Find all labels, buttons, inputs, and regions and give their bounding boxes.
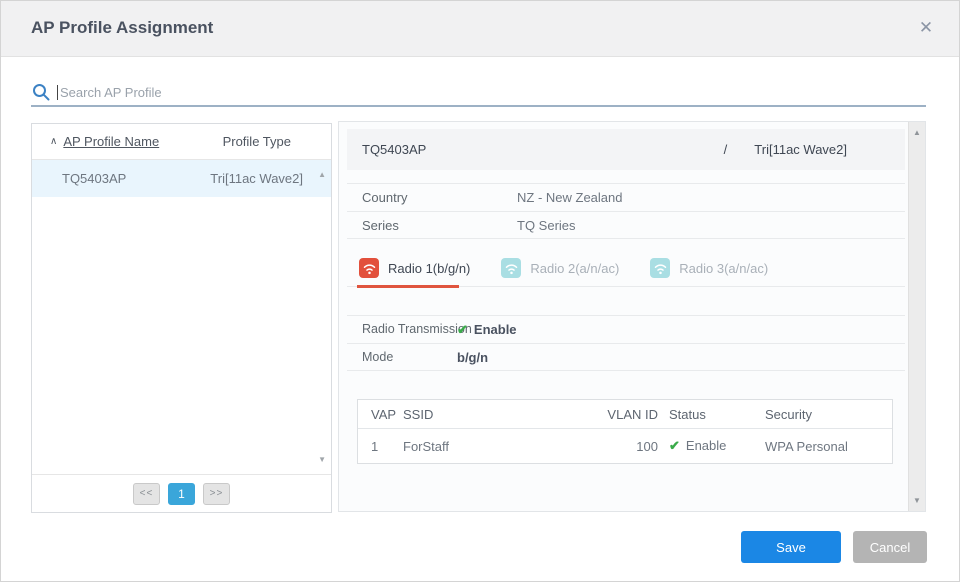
profile-row-selected[interactable]: TQ5403AP Tri[11ac Wave2]	[32, 160, 331, 197]
series-value: TQ Series	[517, 218, 576, 233]
radio-tabs: Radio 1(b/g/n) Radio 2(a/n/ac)	[347, 250, 905, 287]
col-status: Status	[658, 407, 753, 422]
radio-transmission-label: Radio Transmission	[362, 322, 472, 336]
tab-radio-1-label: Radio 1(b/g/n)	[388, 261, 470, 276]
detail-header-right: / Tri[11ac Wave2]	[724, 142, 847, 157]
tab-radio-2[interactable]: Radio 2(a/n/ac)	[501, 258, 619, 278]
profile-type-cell: Tri[11ac Wave2]	[210, 171, 303, 186]
radio-detail-rows: Radio Transmission ✔Enable Mode b/g/n	[347, 315, 905, 371]
security-cell: WPA Personal	[753, 439, 892, 454]
vap-table-header: VAP SSID VLAN ID Status Security	[358, 400, 892, 428]
wifi-icon	[650, 258, 670, 278]
active-tab-underline	[357, 285, 459, 288]
profile-detail-content: TQ5403AP / Tri[11ac Wave2] Country NZ - …	[347, 129, 905, 464]
ap-profile-assignment-dialog: AP Profile Assignment ✕ ∧ AP Profile Nam…	[0, 0, 960, 582]
pagination: << 1 >>	[32, 474, 331, 512]
profile-name-cell: TQ5403AP	[62, 171, 126, 186]
pagination-page-1-button[interactable]: 1	[168, 483, 195, 505]
pagination-next-button[interactable]: >>	[203, 483, 230, 505]
detail-profile-name: TQ5403AP	[362, 142, 426, 157]
country-row: Country NZ - New Zealand	[347, 183, 905, 211]
profile-list-body: TQ5403AP Tri[11ac Wave2] ▲ ▼	[32, 160, 331, 474]
vap-table: VAP SSID VLAN ID Status Security 1 ForSt…	[357, 399, 893, 464]
detail-header: TQ5403AP / Tri[11ac Wave2]	[347, 129, 905, 170]
tab-radio-3-label: Radio 3(a/n/ac)	[679, 261, 768, 276]
mode-label: Mode	[362, 350, 393, 364]
scroll-down-icon[interactable]: ▼	[318, 455, 326, 464]
series-label: Series	[362, 218, 399, 233]
scroll-down-icon[interactable]: ▼	[909, 496, 925, 505]
detail-info-rows: Country NZ - New Zealand Series TQ Serie…	[347, 183, 905, 239]
vap-cell: 1	[371, 439, 403, 454]
check-icon: ✔	[457, 322, 468, 337]
search-bar	[31, 79, 926, 107]
col-vlan-id: VLAN ID	[606, 407, 658, 422]
mode-row: Mode b/g/n	[347, 343, 905, 371]
dialog-header: AP Profile Assignment ✕	[1, 1, 959, 57]
check-icon: ✔	[669, 438, 680, 453]
vlan-cell: 100	[606, 439, 658, 454]
profile-list-header: ∧ AP Profile Name Profile Type	[32, 124, 331, 160]
col-ssid: SSID	[403, 407, 606, 422]
detail-profile-type: Tri[11ac Wave2]	[754, 142, 847, 157]
mode-value: b/g/n	[457, 350, 488, 365]
series-row: Series TQ Series	[347, 211, 905, 239]
profile-detail-panel: TQ5403AP / Tri[11ac Wave2] Country NZ - …	[338, 121, 926, 512]
tab-radio-1[interactable]: Radio 1(b/g/n)	[359, 258, 470, 278]
country-label: Country	[362, 190, 408, 205]
text-cursor	[57, 85, 58, 100]
close-icon[interactable]: ✕	[915, 17, 937, 39]
radio-transmission-value: ✔Enable	[457, 322, 517, 338]
country-value: NZ - New Zealand	[517, 190, 622, 205]
search-icon	[31, 82, 51, 102]
search-input[interactable]	[60, 80, 926, 104]
wifi-icon	[501, 258, 521, 278]
col-vap: VAP	[371, 407, 403, 422]
profile-list-panel: ∧ AP Profile Name Profile Type TQ5403AP …	[31, 123, 332, 513]
col-security: Security	[753, 407, 892, 422]
tab-radio-2-label: Radio 2(a/n/ac)	[530, 261, 619, 276]
column-header-ap-profile-name[interactable]: AP Profile Name	[63, 134, 159, 149]
scroll-up-icon[interactable]: ▲	[318, 170, 326, 179]
status-cell: ✔Enable	[658, 438, 753, 454]
wifi-icon	[359, 258, 379, 278]
tab-radio-3[interactable]: Radio 3(a/n/ac)	[650, 258, 768, 278]
ssid-cell: ForStaff	[403, 439, 606, 454]
radio-transmission-row: Radio Transmission ✔Enable	[347, 315, 905, 343]
vap-table-row: 1 ForStaff 100 ✔Enable WPA Personal	[358, 428, 892, 463]
dialog-title: AP Profile Assignment	[31, 18, 213, 38]
pagination-prev-button[interactable]: <<	[133, 483, 160, 505]
column-header-profile-type: Profile Type	[223, 134, 291, 149]
detail-scrollbar[interactable]: ▲ ▼	[908, 122, 925, 511]
save-button[interactable]: Save	[741, 531, 841, 563]
detail-separator: /	[724, 142, 728, 157]
scroll-up-icon[interactable]: ▲	[909, 128, 925, 137]
sort-asc-icon[interactable]: ∧	[50, 136, 57, 147]
cancel-button[interactable]: Cancel	[853, 531, 927, 563]
